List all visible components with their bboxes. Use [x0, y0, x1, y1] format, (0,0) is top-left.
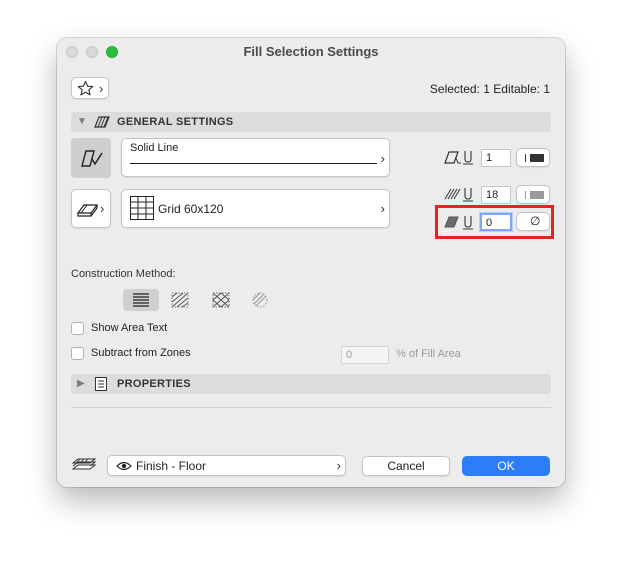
gradient-fill-icon[interactable] — [171, 292, 189, 308]
fill-type-value: Grid 60x120 — [158, 202, 224, 216]
disclosure-right-icon: ▶ — [77, 378, 85, 389]
background-pen-swatch[interactable]: ∅ — [516, 212, 550, 231]
layer-stack-icon — [72, 458, 96, 470]
radial-fill-icon[interactable] — [251, 292, 269, 308]
fill-contour-icon — [81, 150, 103, 167]
star-icon — [77, 80, 94, 96]
ok-button[interactable]: OK — [462, 456, 550, 476]
no-fill-icon: ∅ — [530, 214, 541, 228]
subtract-from-zones-checkbox[interactable] — [71, 347, 84, 360]
fill-selection-settings-dialog: Fill Selection Settings › Selected: 1 Ed… — [57, 38, 565, 487]
background-pen-input[interactable]: 0 — [480, 213, 512, 231]
general-settings-label: GENERAL SETTINGS — [117, 116, 234, 128]
chevron-right-icon: › — [99, 81, 104, 96]
chevron-right-icon: › — [336, 458, 341, 473]
properties-document-icon — [95, 377, 107, 391]
divider — [71, 407, 551, 408]
pen-weight-mark — [525, 191, 526, 199]
properties-label: PROPERTIES — [117, 378, 191, 390]
window-title: Fill Selection Settings — [243, 44, 379, 59]
fill-type-selector[interactable]: Grid 60x120 › — [121, 189, 390, 228]
construction-method-hatched[interactable] — [123, 289, 159, 311]
construction-method-label: Construction Method: — [71, 268, 176, 280]
layer-selector[interactable]: Finish - Floor › — [107, 455, 346, 476]
line-type-value: Solid Line — [130, 142, 179, 154]
eye-icon — [116, 461, 132, 471]
general-settings-header[interactable]: ▼ GENERAL SETTINGS — [71, 112, 551, 132]
foreground-pen-swatch[interactable] — [516, 185, 550, 204]
layer-name: Finish - Floor — [136, 459, 207, 473]
pen-weight-mark — [525, 154, 526, 162]
contour-pen-swatch[interactable] — [516, 148, 550, 167]
pen-color-swatch — [530, 191, 544, 199]
contour-pen-input[interactable]: 1 — [481, 149, 511, 167]
subtract-from-zones-label: Subtract from Zones — [91, 347, 191, 359]
foreground-pen-input[interactable]: 18 — [481, 186, 511, 204]
grid-pattern-icon — [130, 196, 154, 220]
disclosure-down-icon: ▼ — [77, 116, 87, 127]
background-pen-icon — [444, 216, 473, 230]
line-type-selector[interactable]: Solid Line › — [121, 138, 390, 177]
fill-settings-icon — [94, 116, 110, 128]
fill-type-button[interactable]: › — [71, 189, 111, 228]
contour-line-toggle[interactable] — [71, 138, 111, 178]
line-preview — [130, 163, 377, 164]
eraser-fill-icon — [77, 204, 99, 217]
chevron-right-icon: › — [380, 201, 385, 216]
chevron-right-icon: › — [380, 151, 385, 166]
title-bar: Fill Selection Settings — [57, 38, 565, 66]
parallel-lines-icon — [133, 293, 149, 307]
crosshatch-fill-icon[interactable] — [212, 292, 230, 308]
contour-pen-icon — [444, 151, 473, 165]
show-area-text-label: Show Area Text — [91, 322, 168, 334]
pen-color-swatch — [530, 154, 544, 162]
chevron-right-icon: › — [100, 201, 105, 216]
selection-info: Selected: 1 Editable: 1 — [429, 82, 550, 96]
fill-area-percent-input[interactable]: 0 — [341, 346, 389, 364]
favorites-button[interactable]: › — [71, 77, 109, 99]
show-area-text-checkbox[interactable] — [71, 322, 84, 335]
foreground-pen-icon — [444, 188, 473, 202]
properties-header[interactable]: ▶ PROPERTIES — [71, 374, 551, 394]
fill-area-suffix: % of Fill Area — [396, 348, 461, 360]
cancel-button[interactable]: Cancel — [362, 456, 450, 476]
